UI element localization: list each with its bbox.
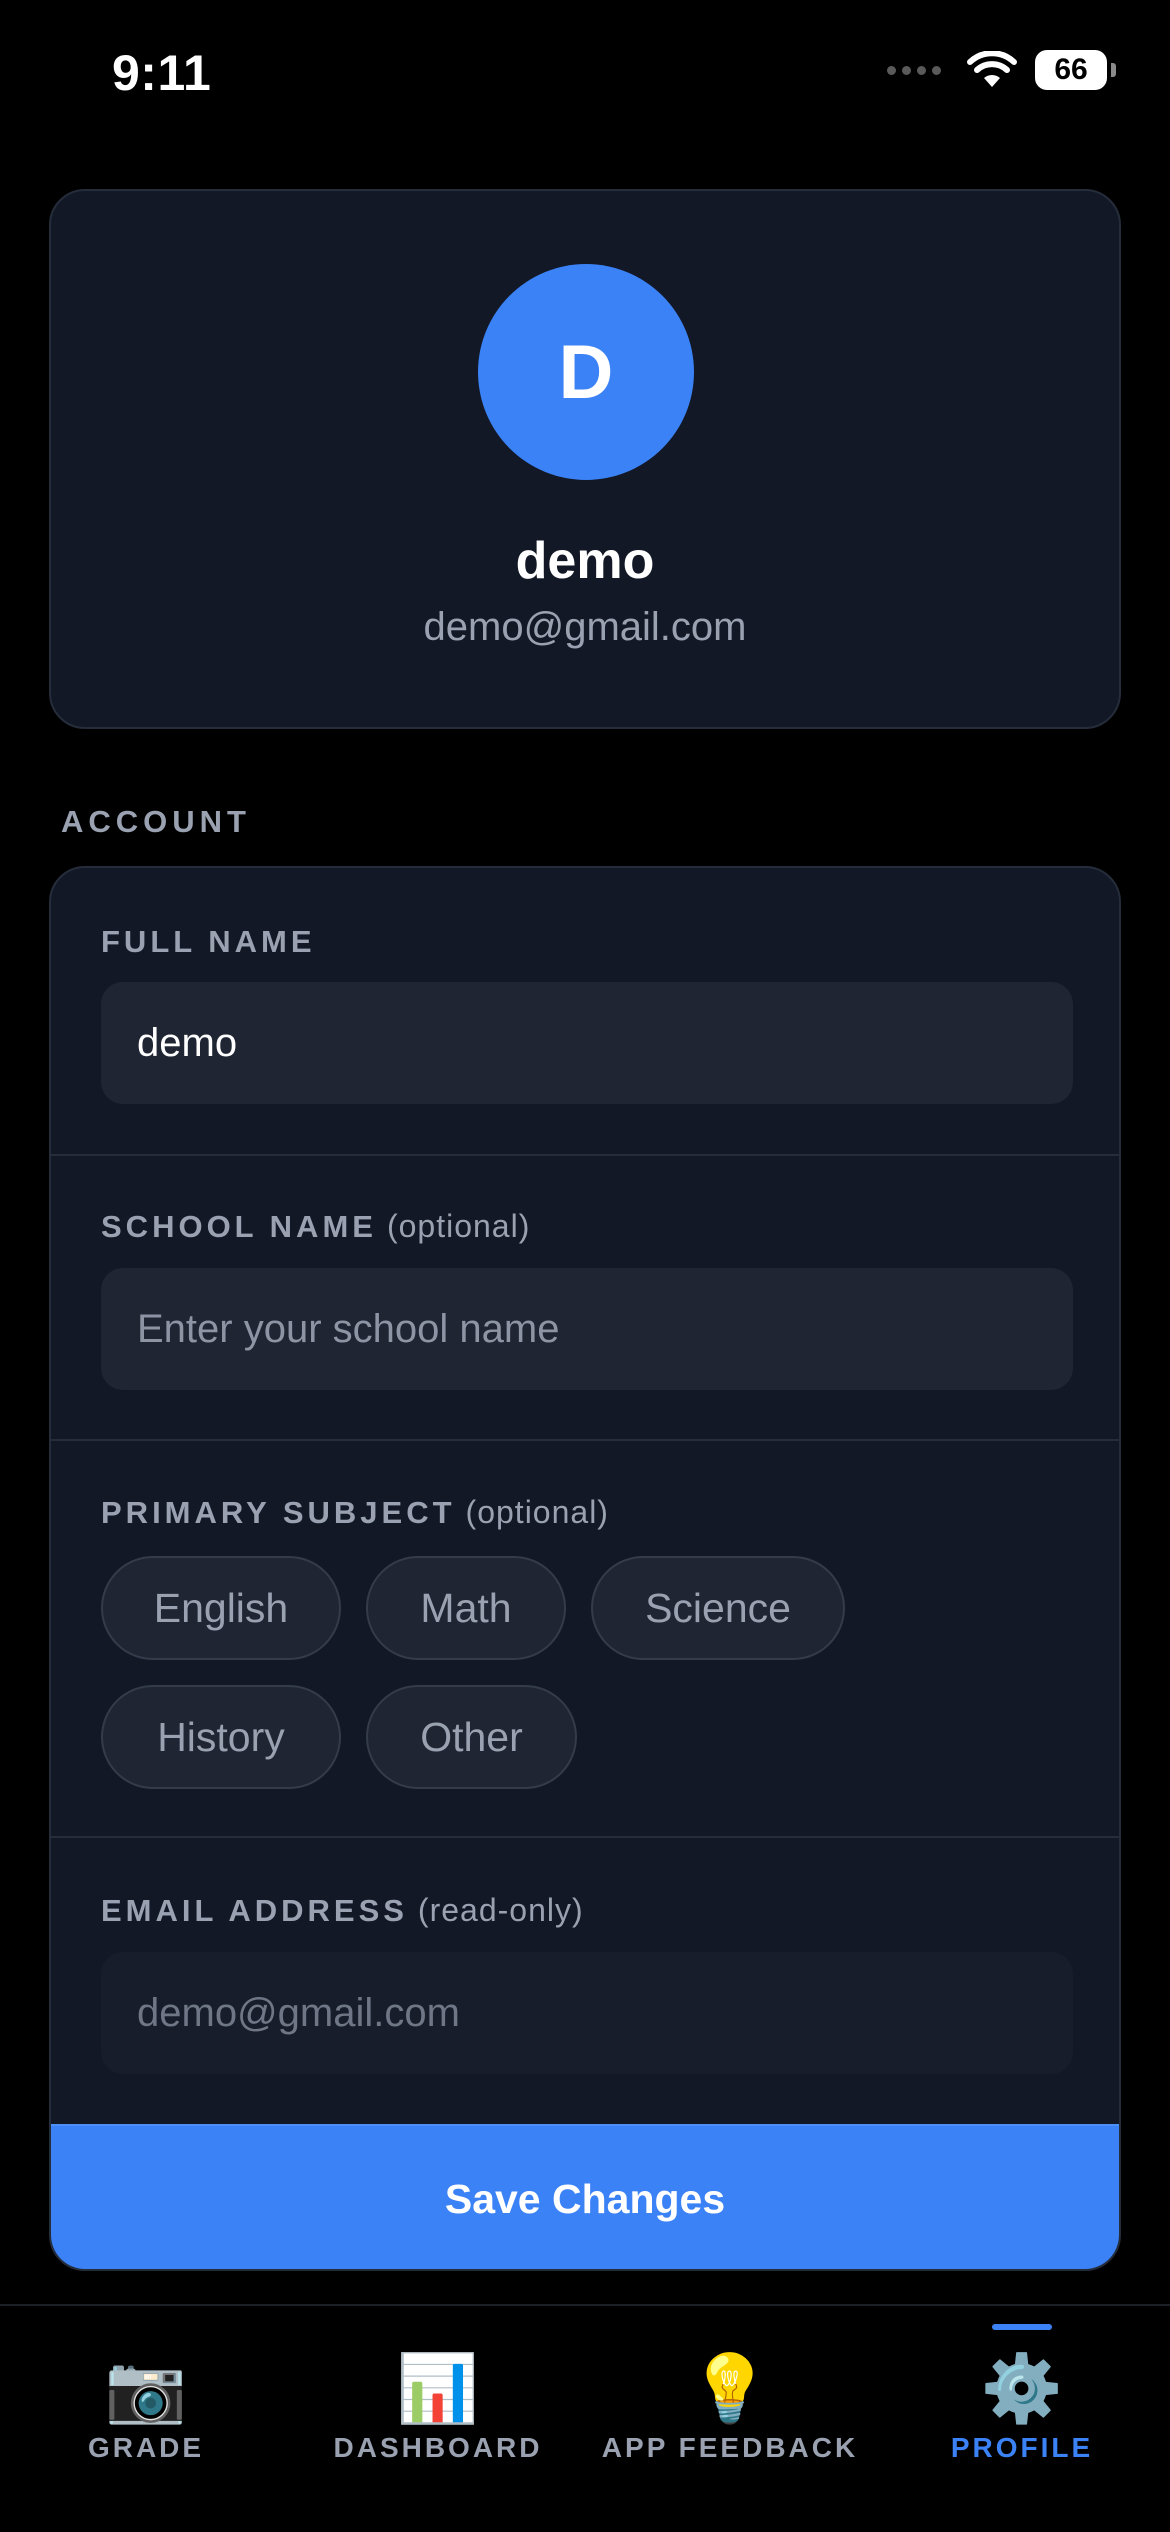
profile-screen: 9:11 66 D demo demo@gmail.com ACCOUNT FU… xyxy=(0,0,1170,2532)
subject-chip-other[interactable]: Other xyxy=(366,1685,577,1789)
active-tab-indicator xyxy=(992,2324,1052,2330)
nav-item-app-feedback[interactable]: 💡 APP FEEDBACK xyxy=(584,2306,876,2532)
cellular-signal-icon xyxy=(887,65,941,75)
save-changes-button[interactable]: Save Changes xyxy=(51,2124,1119,2269)
divider xyxy=(51,1154,1119,1156)
email-label-text: EMAIL ADDRESS xyxy=(101,1893,408,1928)
account-section-label: ACCOUNT xyxy=(61,804,251,839)
school-name-label: SCHOOL NAME (optional) xyxy=(101,1208,530,1245)
profile-email: demo@gmail.com xyxy=(423,605,747,649)
nav-label-app-feedback: APP FEEDBACK xyxy=(601,2432,859,2463)
nav-label-dashboard: DASHBOARD xyxy=(333,2432,543,2463)
status-icons: 66 xyxy=(887,50,1116,90)
nav-label-profile: PROFILE xyxy=(950,2432,1094,2463)
wifi-icon xyxy=(967,51,1017,87)
camera-icon: 📷 xyxy=(104,2351,188,2425)
primary-subject-label: PRIMARY SUBJECT (optional) xyxy=(101,1494,609,1531)
subject-chip-history[interactable]: History xyxy=(101,1685,341,1789)
avatar: D xyxy=(478,264,694,480)
battery-icon: 66 xyxy=(1035,50,1107,90)
bar-chart-icon: 📊 xyxy=(396,2351,480,2425)
status-time: 9:11 xyxy=(112,45,212,101)
divider xyxy=(51,1836,1119,1838)
nav-label-grade: GRADE xyxy=(87,2432,205,2463)
profile-card: D demo demo@gmail.com xyxy=(49,189,1121,729)
full-name-label: FULL NAME xyxy=(101,924,316,960)
account-card: FULL NAME demo SCHOOL NAME (optional) Ent… xyxy=(49,866,1121,2271)
school-name-label-text: SCHOOL NAME xyxy=(101,1209,377,1244)
profile-name: demo xyxy=(515,532,655,590)
school-name-input[interactable]: Enter your school name xyxy=(101,1268,1073,1390)
email-hint: (read-only) xyxy=(417,1892,584,1928)
full-name-input[interactable]: demo xyxy=(101,982,1073,1104)
email-label: EMAIL ADDRESS (read-only) xyxy=(101,1892,584,1929)
gear-icon: ⚙️ xyxy=(980,2351,1064,2425)
lightbulb-icon: 💡 xyxy=(688,2351,772,2425)
subject-chip-english[interactable]: English xyxy=(101,1556,341,1660)
status-bar: 9:11 66 xyxy=(0,0,1170,150)
primary-subject-hint: (optional) xyxy=(465,1494,609,1530)
email-field: demo@gmail.com xyxy=(101,1952,1073,2074)
school-name-hint: (optional) xyxy=(386,1208,531,1244)
bottom-nav: 📷 GRADE 📊 DASHBOARD 💡 APP FEEDBACK ⚙️ PR… xyxy=(0,2304,1170,2532)
full-name-label-text: FULL NAME xyxy=(101,924,316,959)
nav-item-profile[interactable]: ⚙️ PROFILE xyxy=(876,2306,1168,2532)
nav-item-grade[interactable]: 📷 GRADE xyxy=(0,2306,292,2532)
primary-subject-label-text: PRIMARY SUBJECT xyxy=(101,1495,456,1530)
subject-chip-math[interactable]: Math xyxy=(366,1556,566,1660)
nav-item-dashboard[interactable]: 📊 DASHBOARD xyxy=(292,2306,584,2532)
divider xyxy=(51,1439,1119,1441)
battery-cap xyxy=(1111,63,1116,77)
subject-chip-science[interactable]: Science xyxy=(591,1556,845,1660)
